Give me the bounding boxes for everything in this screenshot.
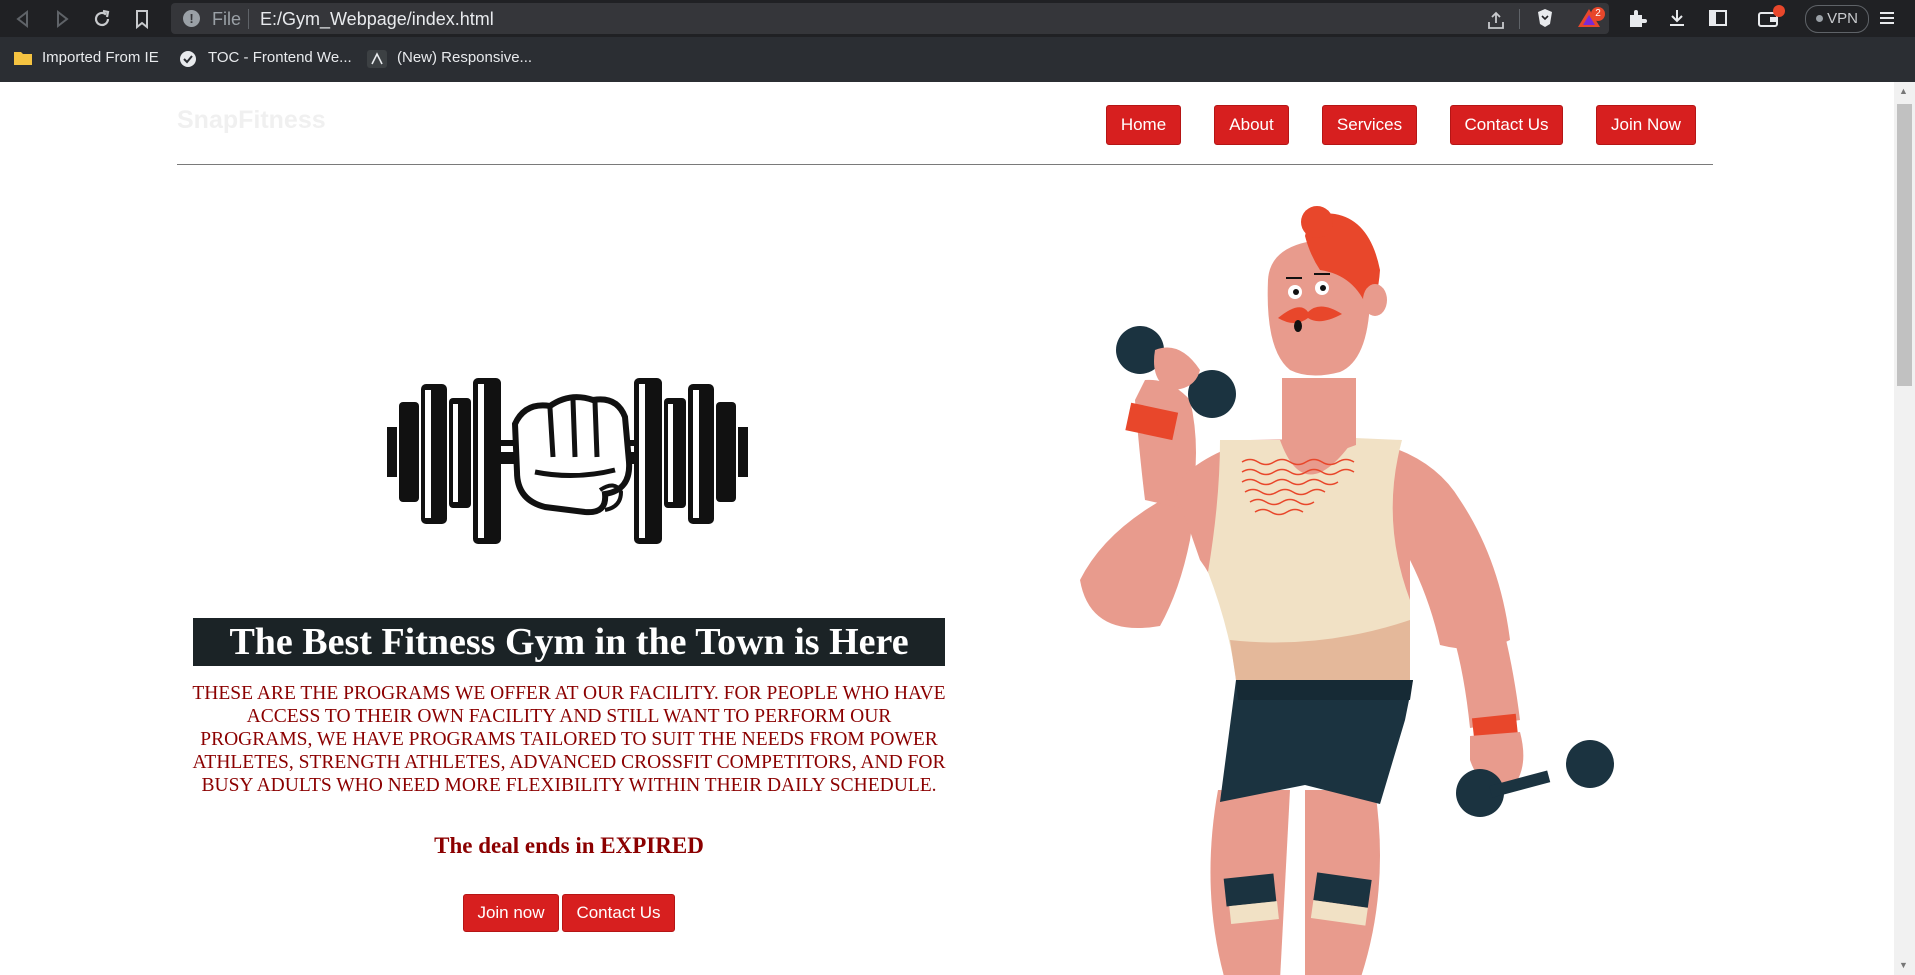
share-icon[interactable] — [1483, 9, 1509, 35]
dumbbell-fist-icon — [387, 378, 748, 544]
page-viewport: SnapFitness Home About Services Contact … — [0, 82, 1894, 975]
join-now-button[interactable]: Join now — [463, 894, 559, 932]
bookmark-imported-from-ie[interactable]: Imported From IE — [42, 49, 159, 66]
hero-description: THESE ARE THE PROGRAMS WE OFFER AT OUR F… — [192, 683, 946, 796]
download-icon[interactable] — [1664, 6, 1690, 32]
bookmark-toc-frontend[interactable]: TOC - Frontend We... — [208, 49, 352, 66]
address-bar[interactable]: ! File E:/Gym_Webpage/index.html — [171, 3, 1609, 34]
sidebar-icon[interactable] — [1705, 6, 1731, 32]
bookmark-icon[interactable] — [129, 6, 155, 32]
url-text[interactable]: E:/Gym_Webpage/index.html — [260, 9, 494, 30]
nav-contact-button[interactable]: Contact Us — [1450, 105, 1563, 145]
brave-shield-icon[interactable] — [1532, 6, 1558, 32]
vpn-status-icon — [1816, 15, 1824, 22]
divider — [1519, 9, 1520, 29]
bookmark-responsive[interactable]: (New) Responsive... — [397, 49, 532, 66]
browser-toolbar: ! File E:/Gym_Webpage/index.html 2 VPN — [0, 0, 1915, 37]
nav-services-button[interactable]: Services — [1322, 105, 1417, 145]
reload-icon[interactable] — [89, 6, 115, 32]
deal-countdown: The deal ends in EXPIRED — [434, 833, 704, 858]
site-icon — [367, 50, 387, 68]
vpn-button[interactable]: VPN — [1805, 5, 1869, 33]
menu-icon[interactable] — [1875, 6, 1899, 32]
contact-us-button[interactable]: Contact Us — [562, 894, 675, 932]
nav-home-button[interactable]: Home — [1106, 105, 1181, 145]
url-separator — [248, 9, 249, 29]
scroll-up-icon[interactable]: ▲ — [1899, 86, 1908, 96]
forward-icon[interactable] — [49, 6, 75, 32]
info-icon[interactable]: ! — [183, 10, 200, 27]
notification-badge: 2 — [1591, 7, 1605, 21]
url-scheme: File — [212, 9, 242, 29]
hero-headline: The Best Fitness Gym in the Town is Here — [193, 618, 945, 666]
muscle-man-illustration — [1080, 206, 1614, 975]
scrollbar-thumb[interactable] — [1897, 104, 1912, 386]
vpn-label: VPN — [1827, 10, 1858, 27]
site-icon — [179, 50, 197, 67]
scroll-down-icon[interactable]: ▼ — [1899, 960, 1908, 970]
extensions-icon[interactable] — [1624, 6, 1650, 32]
wallet-notification-dot — [1773, 5, 1785, 17]
nav-join-button[interactable]: Join Now — [1596, 105, 1696, 145]
site-logo[interactable]: SnapFitness — [177, 106, 326, 135]
folder-icon — [13, 50, 32, 66]
nav-about-button[interactable]: About — [1214, 105, 1289, 145]
header-divider — [177, 164, 1713, 165]
back-icon[interactable] — [10, 6, 36, 32]
